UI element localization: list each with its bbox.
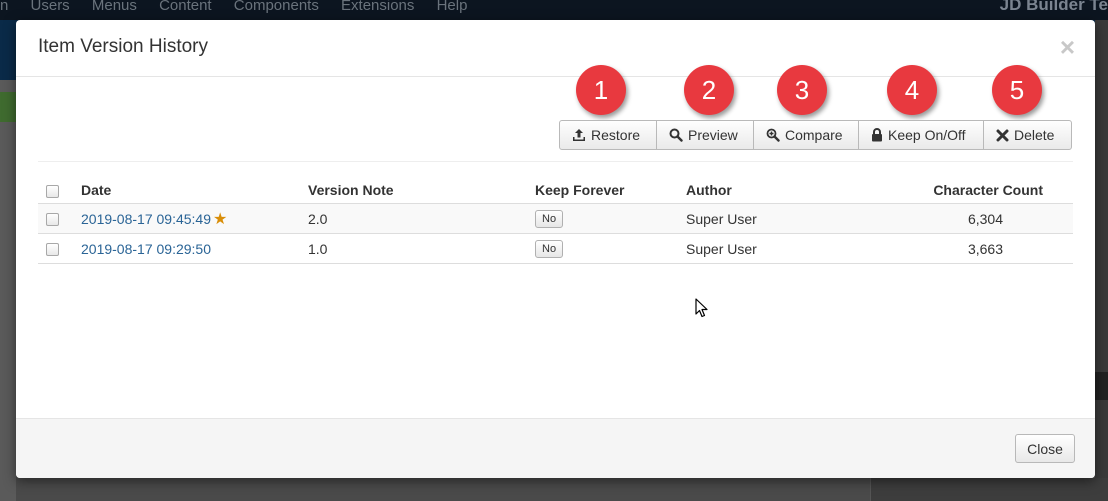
modal-body: 1 2 3 4 5 Restore Preview Compare Keep O… — [16, 65, 1095, 417]
author-cell: Super User — [686, 203, 891, 234]
annotation-badge-4: 4 — [887, 65, 937, 115]
modal-footer: Close — [16, 418, 1095, 478]
star-icon: ★ — [213, 210, 228, 228]
select-all-checkbox[interactable] — [46, 184, 59, 198]
date-cell: 2019-08-17 09:45:49 ★ — [81, 203, 308, 234]
version-note-cell: 1.0 — [308, 233, 535, 264]
select-all-cell — [38, 177, 81, 204]
restore-button[interactable]: Restore — [559, 120, 657, 150]
menu-item: Users — [30, 0, 70, 14]
row-checkbox[interactable] — [46, 243, 59, 257]
background-left-edge — [0, 80, 16, 501]
background-bottom-panel — [870, 478, 1108, 501]
row-select-cell — [38, 203, 81, 234]
version-history-modal: Item Version History × 1 2 3 4 5 Restore… — [16, 20, 1095, 478]
modal-title: Item Version History — [38, 36, 208, 57]
character-count-cell: 6,304 — [891, 203, 1073, 234]
preview-label: Preview — [688, 127, 738, 143]
keep-toggle-button[interactable]: Keep On/Off — [858, 120, 984, 150]
menu-item: Extensions — [341, 0, 415, 14]
background-right-bar — [1095, 372, 1108, 400]
compare-button[interactable]: Compare — [753, 120, 859, 150]
preview-button[interactable]: Preview — [656, 120, 754, 150]
menu-item: Content — [159, 0, 212, 14]
lock-icon — [871, 128, 883, 142]
menu-item: Help — [436, 0, 468, 14]
background-brand: JD Builder Te — [999, 0, 1108, 14]
column-header-keep-forever[interactable]: Keep Forever — [535, 177, 686, 204]
version-toolbar: Restore Preview Compare Keep On/Off Dele… — [559, 120, 1072, 150]
row-select-cell — [38, 233, 81, 264]
versions-table: Date Version Note Keep Forever Author Ch… — [38, 177, 1073, 264]
column-header-character-count[interactable]: Character Count — [891, 177, 1073, 204]
x-icon — [996, 129, 1009, 142]
delete-button[interactable]: Delete — [983, 120, 1072, 150]
keep-label: Keep On/Off — [888, 127, 966, 143]
compare-label: Compare — [785, 127, 843, 143]
annotation-badge-2: 2 — [684, 65, 734, 115]
character-count-cell: 3,663 — [891, 233, 1073, 264]
divider — [38, 161, 1073, 162]
row-checkbox[interactable] — [46, 213, 59, 227]
annotation-badge-1: 1 — [576, 65, 626, 115]
search-icon — [669, 128, 683, 142]
menu-item: n — [0, 0, 9, 14]
mouse-pointer-icon — [695, 298, 709, 324]
restore-label: Restore — [591, 127, 641, 143]
table-row: 2019-08-17 09:29:50 1.0 No Super User 3,… — [38, 233, 1073, 264]
column-header-date[interactable]: Date — [81, 177, 308, 204]
column-header-author[interactable]: Author — [686, 177, 891, 204]
background-topbar: n Users Menus Content Components Extensi… — [0, 0, 1108, 20]
column-header-version-note[interactable]: Version Note — [308, 177, 535, 204]
keep-forever-toggle[interactable]: No — [535, 240, 564, 258]
background-right-edge — [1095, 20, 1108, 501]
annotation-badge-5: 5 — [992, 65, 1042, 115]
background-green-alert — [0, 92, 16, 122]
background-menu: n Users Menus Content Components Extensi… — [0, 0, 485, 14]
modal-header: Item Version History × — [16, 20, 1095, 77]
version-note-cell: 2.0 — [308, 203, 535, 234]
keep-forever-toggle[interactable]: No — [535, 210, 564, 228]
annotation-badge-3: 3 — [777, 65, 827, 115]
author-cell: Super User — [686, 233, 891, 264]
table-header-row: Date Version Note Keep Forever Author Ch… — [38, 177, 1073, 204]
delete-label: Delete — [1014, 127, 1055, 143]
menu-item: Menus — [91, 0, 137, 14]
table-row: 2019-08-17 09:45:49 ★ 2.0 No Super User 6… — [38, 203, 1073, 234]
close-icon[interactable]: × — [1060, 34, 1075, 60]
upload-icon — [572, 128, 586, 142]
zoom-in-icon — [766, 128, 780, 142]
menu-item: Components — [233, 0, 319, 14]
date-cell: 2019-08-17 09:29:50 — [81, 233, 308, 264]
version-date-link[interactable]: 2019-08-17 09:29:50 — [81, 241, 211, 257]
version-date-link[interactable]: 2019-08-17 09:45:49 — [81, 211, 211, 227]
close-button[interactable]: Close — [1015, 434, 1075, 463]
keep-forever-cell: No — [535, 203, 686, 234]
keep-forever-cell: No — [535, 233, 686, 264]
